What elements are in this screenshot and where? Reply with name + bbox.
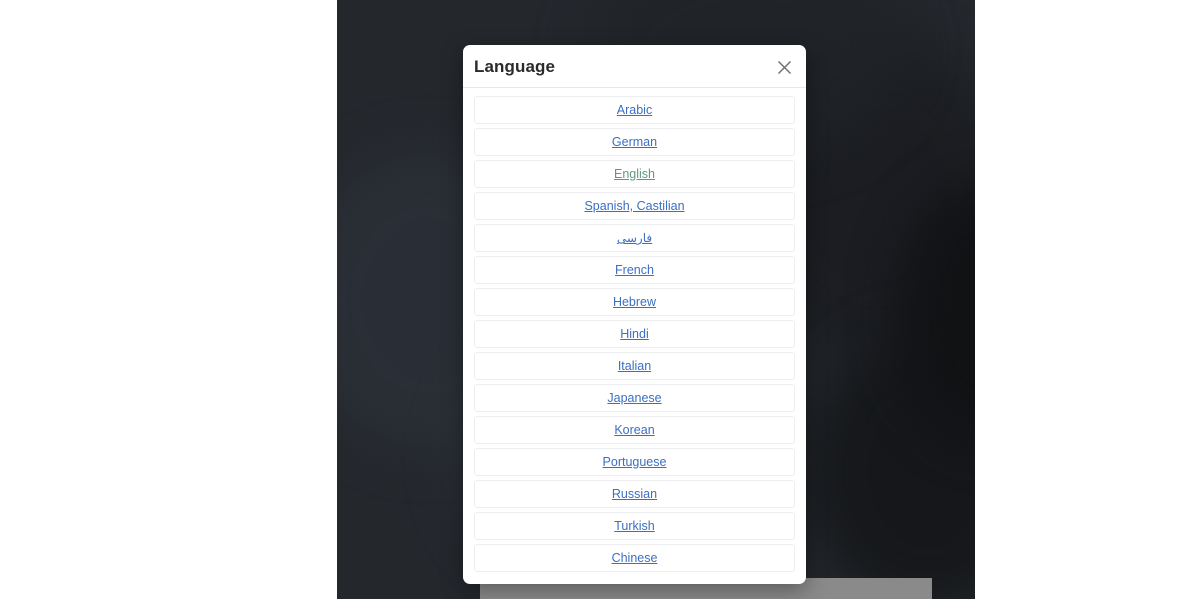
dialog-body: Arabic German English Spanish, Castilian فار… <box>463 88 806 584</box>
language-list-item[interactable]: Portuguese <box>474 448 795 476</box>
language-link[interactable]: Portuguese <box>603 456 667 469</box>
language-link[interactable]: Hebrew <box>613 296 656 309</box>
language-link[interactable]: Chinese <box>612 552 658 565</box>
language-link[interactable]: Hindi <box>620 328 649 341</box>
language-link[interactable]: English <box>614 168 655 181</box>
language-list-item[interactable]: English <box>474 160 795 188</box>
language-link[interactable]: فارسی <box>617 232 652 244</box>
language-list-item[interactable]: Russian <box>474 480 795 508</box>
language-link[interactable]: Italian <box>618 360 651 373</box>
language-link[interactable]: Korean <box>614 424 654 437</box>
language-list-item[interactable]: Hindi <box>474 320 795 348</box>
language-list-item[interactable]: Hebrew <box>474 288 795 316</box>
language-list-item[interactable]: Korean <box>474 416 795 444</box>
dialog-header: Language <box>463 45 806 88</box>
dialog-title: Language <box>474 56 556 76</box>
language-list-item[interactable]: Japanese <box>474 384 795 412</box>
language-list-item[interactable]: Italian <box>474 352 795 380</box>
language-link[interactable]: Turkish <box>614 520 655 533</box>
language-link[interactable]: Arabic <box>617 104 652 117</box>
language-dialog: Language Arabic German English Spanish, Cas… <box>463 45 806 584</box>
language-list-item[interactable]: Turkish <box>474 512 795 540</box>
language-link[interactable]: Spanish, Castilian <box>584 200 684 213</box>
language-link[interactable]: German <box>612 136 657 149</box>
language-list-item[interactable]: Chinese <box>474 544 795 572</box>
language-list-item[interactable]: Spanish, Castilian <box>474 192 795 220</box>
language-list-item[interactable]: French <box>474 256 795 284</box>
language-link[interactable]: Japanese <box>607 392 661 405</box>
screen: Language Arabic German English Spanish, Cas… <box>0 0 1200 599</box>
language-list-item[interactable]: فارسی <box>474 224 795 252</box>
language-list-item[interactable]: Arabic <box>474 96 795 124</box>
language-list: Arabic German English Spanish, Castilian فار… <box>474 96 795 572</box>
language-link[interactable]: Russian <box>612 488 657 501</box>
close-icon[interactable] <box>772 55 796 79</box>
language-list-item[interactable]: German <box>474 128 795 156</box>
language-link[interactable]: French <box>615 264 654 277</box>
